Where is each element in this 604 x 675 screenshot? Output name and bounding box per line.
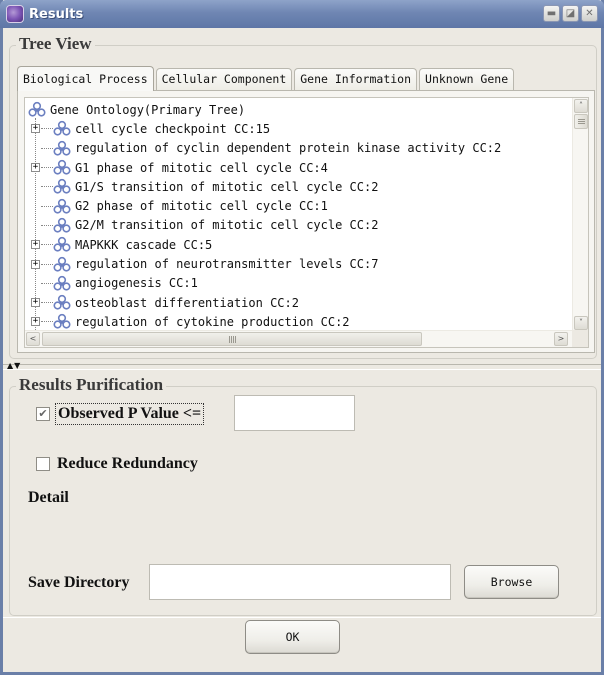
results-window: Results ▬ ◪ ✕ Tree View Biological Proce…: [0, 0, 604, 675]
tree-connector-line: [41, 186, 53, 188]
expand-icon[interactable]: +: [31, 298, 40, 308]
ok-button[interactable]: OK: [245, 620, 340, 654]
biohazard-icon: [53, 256, 71, 273]
close-button[interactable]: ✕: [581, 5, 598, 22]
tree-connector: [31, 182, 40, 191]
tree-connector: [31, 221, 40, 230]
tree-node[interactable]: angiogenesis CC:1: [25, 274, 573, 293]
tree-root[interactable]: Gene Ontology(Primary Tree): [25, 100, 573, 119]
tree-connector-line: [41, 128, 53, 130]
split-arrows-icon[interactable]: ▲▼: [7, 361, 21, 370]
biohazard-icon: [53, 313, 71, 330]
tree-connector: [31, 202, 40, 211]
tree-node[interactable]: + cell cycle checkpoint CC:15: [25, 119, 573, 138]
detail-label: Detail: [28, 489, 69, 506]
tree-node[interactable]: + G1 phase of mitotic cell cycle CC:4: [25, 158, 573, 177]
tab-panel: Gene Ontology(Primary Tree) + cell cycle …: [17, 90, 595, 353]
tree-node[interactable]: + MAPKKK cascade CC:5: [25, 235, 573, 254]
minimize-button[interactable]: ▬: [543, 5, 560, 22]
tree-node-label[interactable]: regulation of cytokine production CC:2: [75, 315, 350, 329]
tree-connector-line: [41, 224, 53, 226]
scroll-left-button[interactable]: <: [26, 332, 40, 346]
tree-node-label[interactable]: MAPKKK cascade CC:5: [75, 238, 212, 252]
window-title: Results: [29, 6, 84, 22]
horizontal-scrollbar[interactable]: < >: [25, 330, 574, 347]
tree-node-label[interactable]: G2 phase of mitotic cell cycle CC:1: [75, 199, 328, 213]
title-bar[interactable]: Results ▬ ◪ ✕: [0, 0, 604, 28]
go-tree[interactable]: Gene Ontology(Primary Tree) + cell cycle …: [24, 97, 589, 348]
tree-connector-line: [41, 244, 53, 246]
biohazard-icon: [53, 217, 71, 234]
biohazard-icon: [53, 140, 71, 157]
scroll-up-button[interactable]: ˄: [574, 99, 588, 113]
tree-connector: [31, 279, 40, 288]
biohazard-icon: [53, 294, 71, 311]
tree-view-title: Tree View: [16, 34, 95, 54]
scroll-corner: [572, 330, 588, 347]
tree-node[interactable]: G1/S transition of mitotic cell cycle CC…: [25, 177, 573, 196]
tree-node-label[interactable]: angiogenesis CC:1: [75, 276, 198, 290]
tree-node[interactable]: + regulation of neurotransmitter levels C…: [25, 254, 573, 273]
p-value-input[interactable]: [234, 395, 355, 431]
biohazard-icon: [53, 178, 71, 195]
biohazard-icon: [53, 275, 71, 292]
tab-unknown-gene[interactable]: Unknown Gene: [419, 68, 515, 90]
save-directory-label: Save Directory: [28, 574, 130, 591]
vertical-scrollbar[interactable]: ˄ ˅: [572, 98, 588, 331]
results-purification-title: Results Purification: [16, 375, 167, 395]
tree-node-label[interactable]: cell cycle checkpoint CC:15: [75, 122, 270, 136]
tree-connector-line: [41, 205, 53, 207]
p-value-row: ✔ Observed P Value <=: [36, 403, 205, 425]
horizontal-scroll-thumb[interactable]: [42, 332, 422, 346]
tree-node-label[interactable]: osteoblast differentiation CC:2: [75, 296, 299, 310]
scroll-right-button[interactable]: >: [554, 332, 568, 346]
tree-connector-line: [41, 282, 53, 284]
expand-icon[interactable]: +: [31, 124, 40, 134]
expand-icon[interactable]: +: [31, 259, 40, 269]
footer-divider: [3, 617, 601, 618]
p-value-label[interactable]: Observed P Value <=: [55, 403, 205, 425]
tree-node-label[interactable]: regulation of neurotransmitter levels CC…: [75, 257, 378, 271]
tree-node-label[interactable]: G1/S transition of mitotic cell cycle CC…: [75, 180, 378, 194]
tree-connector-line: [41, 263, 53, 265]
tree-connector: [31, 144, 40, 153]
biohazard-icon: [53, 159, 71, 176]
biohazard-icon: [53, 120, 71, 137]
tree-node-label[interactable]: G2/M transition of mitotic cell cycle CC…: [75, 218, 378, 232]
biohazard-icon: [28, 101, 46, 118]
tree-node-label[interactable]: G1 phase of mitotic cell cycle CC:4: [75, 161, 328, 175]
tab-cellular-component[interactable]: Cellular Component: [155, 68, 293, 90]
browse-button[interactable]: Browse: [464, 565, 559, 599]
tree-connector-line: [41, 302, 53, 304]
expand-icon[interactable]: +: [31, 163, 40, 173]
biohazard-icon: [53, 198, 71, 215]
biohazard-icon: [53, 236, 71, 253]
vertical-scroll-thumb[interactable]: [574, 114, 588, 129]
p-value-checkbox[interactable]: ✔: [36, 407, 50, 421]
save-directory-input[interactable]: [149, 564, 451, 600]
tab-bar: Biological Process Cellular Component Ge…: [17, 66, 516, 91]
tab-gene-information[interactable]: Gene Information: [294, 68, 418, 90]
reduce-redundancy-row: Reduce Redundancy: [36, 454, 200, 474]
app-logo-icon: [6, 5, 24, 23]
tree-root-label[interactable]: Gene Ontology(Primary Tree): [50, 103, 245, 117]
tree-node-label[interactable]: regulation of cyclin dependent protein k…: [75, 141, 501, 155]
expand-icon[interactable]: +: [31, 240, 40, 250]
tree-node[interactable]: G2 phase of mitotic cell cycle CC:1: [25, 196, 573, 215]
tree-node[interactable]: G2/M transition of mitotic cell cycle CC…: [25, 216, 573, 235]
tree-node[interactable]: regulation of cyclin dependent protein k…: [25, 139, 573, 158]
tree-node[interactable]: + regulation of cytokine production CC:2: [25, 312, 573, 331]
tab-biological-process[interactable]: Biological Process: [17, 66, 154, 91]
tree-connector-line: [41, 321, 53, 323]
tree-connector-line: [41, 147, 53, 149]
tree-connector-line: [41, 167, 53, 169]
maximize-button[interactable]: ◪: [562, 5, 579, 22]
reduce-redundancy-label[interactable]: Reduce Redundancy: [55, 454, 200, 474]
split-pane-divider[interactable]: ▲▼: [3, 361, 601, 370]
tree-node[interactable]: + osteoblast differentiation CC:2: [25, 293, 573, 312]
reduce-redundancy-checkbox[interactable]: [36, 457, 50, 471]
expand-icon[interactable]: +: [31, 317, 40, 327]
scroll-down-button[interactable]: ˅: [574, 316, 588, 330]
